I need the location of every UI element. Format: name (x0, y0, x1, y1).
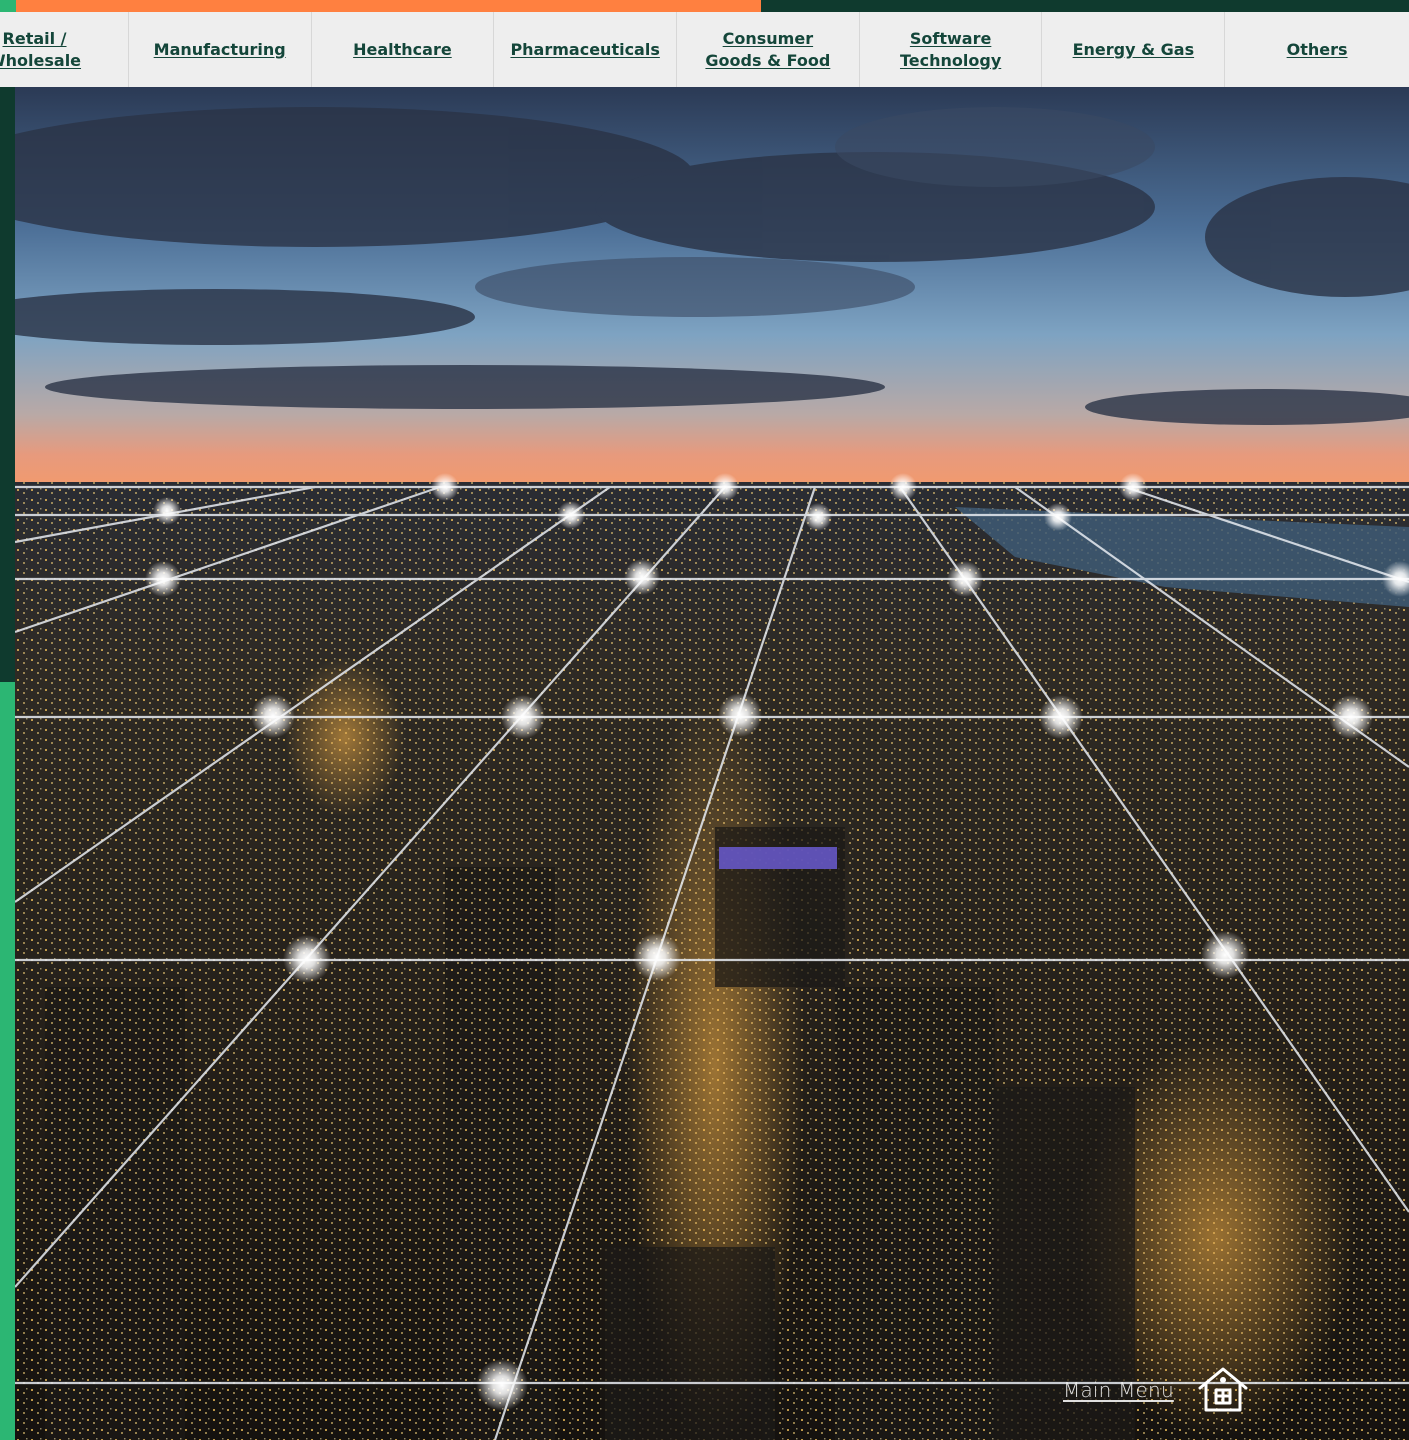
tab-retail-wholesale-label: Retail / Wholesale (0, 28, 82, 70)
left-rail (0, 87, 15, 1440)
tab-healthcare[interactable]: Healthcare (312, 12, 495, 87)
tab-energy-gas[interactable]: Energy & Gas (1042, 12, 1226, 87)
left-rail-accent (0, 682, 15, 1440)
progress-bar (0, 0, 1409, 12)
city-network-illustration (15, 87, 1409, 1440)
page: Retail / Wholesale Manufacturing Healthc… (0, 0, 1409, 1440)
industry-nav: Retail / Wholesale Manufacturing Healthc… (0, 12, 1409, 87)
tab-pharmaceuticals-label: Pharmaceuticals (510, 39, 660, 59)
tab-pharmaceuticals[interactable]: Pharmaceuticals (494, 12, 678, 87)
tab-healthcare-label: Healthcare (353, 39, 452, 59)
tab-consumer-goods-food[interactable]: Consumer Goods & Food (677, 12, 860, 87)
progress-fill (16, 0, 761, 12)
tab-energy-gas-label: Energy & Gas (1072, 39, 1195, 59)
tab-software-technology-label: Software Technology (899, 28, 1002, 70)
tab-others[interactable]: Others (1225, 12, 1409, 87)
tab-manufacturing[interactable]: Manufacturing (129, 12, 312, 87)
tab-consumer-goods-food-label: Consumer Goods & Food (705, 28, 831, 70)
hero-city-network-image (15, 87, 1409, 1440)
main-menu-label: Main Menu (1063, 1378, 1174, 1402)
tab-retail-wholesale[interactable]: Retail / Wholesale (0, 12, 129, 87)
progress-cap (0, 0, 16, 12)
main-menu-link[interactable]: Main Menu (1063, 1364, 1250, 1416)
home-icon (1198, 1367, 1248, 1412)
tab-manufacturing-label: Manufacturing (153, 39, 286, 59)
tab-others-label: Others (1286, 39, 1348, 59)
tab-software-technology[interactable]: Software Technology (860, 12, 1043, 87)
